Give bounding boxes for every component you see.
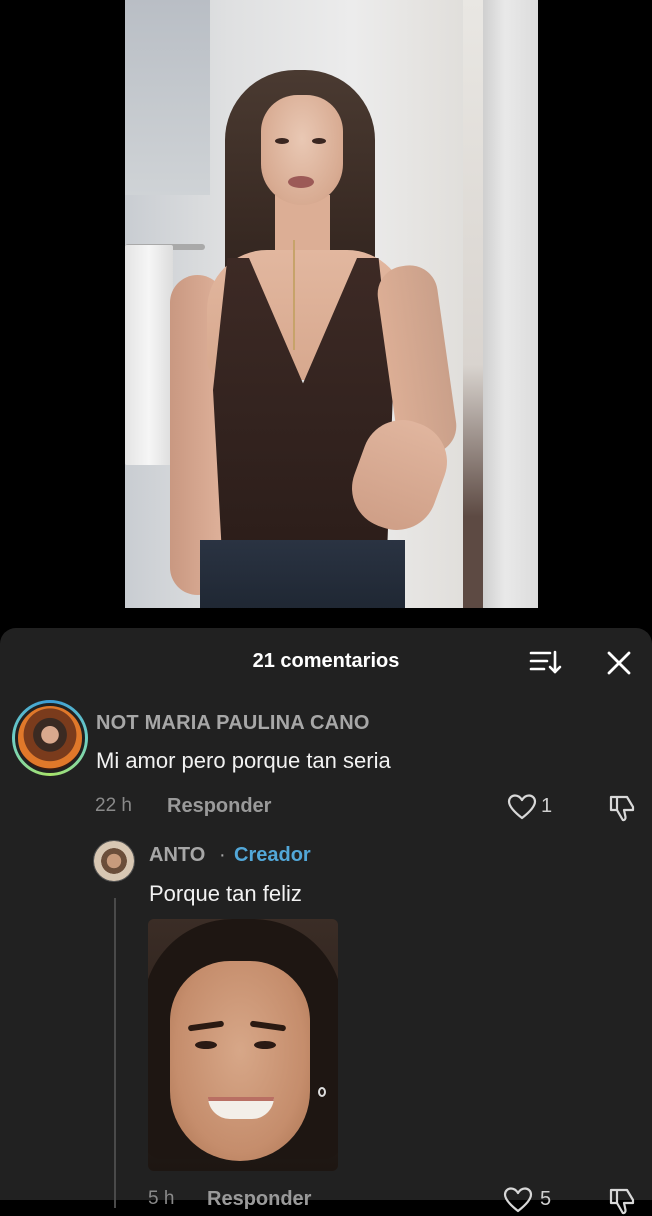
reply-username[interactable]: ANTO <box>149 844 205 867</box>
comment-text: Mi amor pero porque tan seria <box>96 748 391 773</box>
video-player[interactable] <box>0 0 652 628</box>
reply-avatar[interactable] <box>93 840 135 882</box>
video-frame[interactable] <box>125 0 538 608</box>
towel <box>125 245 173 465</box>
person-face <box>261 95 343 205</box>
creator-badge: Creador <box>234 844 311 866</box>
person-eye-right <box>312 138 326 144</box>
thumbs-down-icon[interactable] <box>607 793 637 823</box>
reply-heart-icon[interactable] <box>503 1186 533 1214</box>
avatar-image <box>15 703 85 773</box>
reply-timestamp: 5 h <box>148 1188 175 1209</box>
photo-face <box>170 961 310 1161</box>
sort-icon[interactable] <box>528 648 562 676</box>
person-eye-left <box>275 138 289 144</box>
photo-eye-right <box>254 1041 276 1049</box>
like-count: 1 <box>541 795 553 817</box>
reply-text: Porque tan feliz <box>149 881 302 906</box>
avatar[interactable] <box>12 700 88 776</box>
heart-icon[interactable] <box>507 793 537 821</box>
close-icon[interactable] <box>604 648 634 678</box>
reply-button[interactable]: Responder <box>167 795 271 818</box>
photo-earring <box>318 1087 326 1097</box>
background-wall <box>125 0 210 195</box>
person-jeans <box>200 540 405 608</box>
thread-line <box>114 898 116 1208</box>
reply-separator: · <box>219 844 226 866</box>
background-door <box>483 0 538 608</box>
person-lips <box>288 176 314 188</box>
comments-panel: 21 comentarios NOT MARIA PAULINA CANO Mi… <box>0 628 652 1215</box>
reply-thumbs-down-icon[interactable] <box>607 1186 637 1216</box>
photo-eye-left <box>195 1041 217 1049</box>
person-necklace <box>293 240 295 350</box>
background-doorway <box>463 0 485 608</box>
comment-username[interactable]: NOT MARIA PAULINA CANO <box>96 712 370 735</box>
comment-timestamp: 22 h <box>95 795 132 816</box>
reply-photo[interactable] <box>148 919 338 1171</box>
